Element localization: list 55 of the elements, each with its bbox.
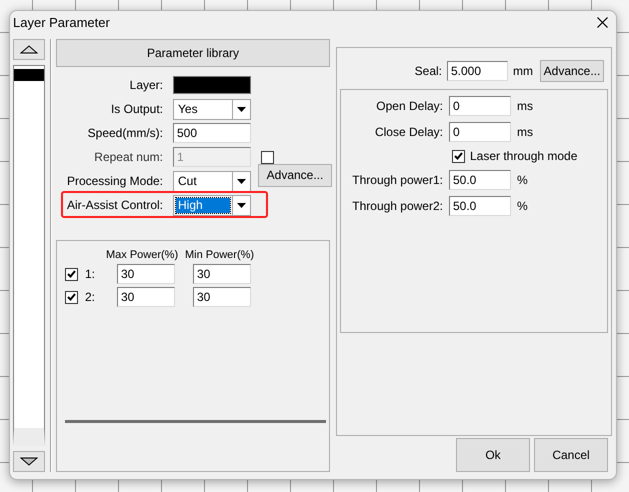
checkbox[interactable] bbox=[65, 290, 78, 304]
column-header: Max Power(%) bbox=[106, 249, 180, 261]
checkbox[interactable] bbox=[65, 268, 78, 280]
up-arrow-icon bbox=[20, 45, 38, 54]
field-label: Is Output: bbox=[110, 102, 163, 116]
field-label: Close Delay: bbox=[374, 125, 443, 139]
dropdown[interactable]: High bbox=[173, 194, 251, 216]
row-label: 2: bbox=[84, 290, 96, 304]
checkbox-label: Laser through mode bbox=[470, 149, 578, 163]
unit-label: % bbox=[517, 173, 529, 187]
caret-icon bbox=[237, 106, 246, 112]
parameter-library-button[interactable]: Parameter library bbox=[56, 39, 330, 67]
field-label: Open Delay: bbox=[375, 99, 443, 113]
input-field[interactable]: 50.0 bbox=[449, 196, 511, 216]
column-header: Min Power(%) bbox=[185, 249, 256, 261]
close-icon[interactable] bbox=[597, 17, 608, 28]
unit-label: ms bbox=[517, 99, 534, 113]
scroll-up-button[interactable] bbox=[13, 39, 45, 60]
field-label: Processing Mode: bbox=[66, 174, 163, 188]
unit-label: % bbox=[517, 199, 529, 213]
input-field[interactable]: 5.000 bbox=[447, 61, 508, 81]
input-field[interactable]: 500 bbox=[173, 123, 251, 143]
caret-icon bbox=[237, 178, 246, 184]
input-field[interactable]: 30 bbox=[193, 264, 251, 284]
row-label: 1: bbox=[84, 267, 96, 281]
check-icon bbox=[67, 270, 76, 278]
unit-label: mm bbox=[513, 64, 534, 78]
field-label: Repeat num: bbox=[93, 150, 163, 164]
dropdown[interactable]: Cut bbox=[173, 170, 251, 192]
advance-button[interactable]: Advance... bbox=[540, 60, 604, 82]
color-swatch[interactable] bbox=[173, 76, 251, 94]
input-field[interactable]: 0 bbox=[449, 96, 511, 116]
field-label: Layer: bbox=[128, 78, 163, 92]
checkbox[interactable] bbox=[452, 150, 465, 162]
check-icon bbox=[67, 293, 76, 301]
field-label: Air-Assist Control: bbox=[66, 198, 163, 212]
advance-button[interactable]: Advance... bbox=[258, 164, 332, 186]
caret-icon bbox=[237, 202, 246, 208]
down-arrow-icon bbox=[20, 457, 38, 466]
dialog-button[interactable]: Cancel bbox=[534, 438, 608, 472]
input-field[interactable]: 0 bbox=[449, 122, 511, 142]
field-label: Seal: bbox=[414, 64, 442, 78]
input-field[interactable]: 30 bbox=[117, 264, 175, 284]
input-field[interactable]: 50.0 bbox=[449, 170, 511, 190]
field-label: Through power1: bbox=[351, 173, 443, 187]
check-icon bbox=[454, 152, 463, 160]
window-title: Layer Parameter bbox=[13, 15, 110, 30]
input-field[interactable]: 30 bbox=[193, 287, 251, 307]
scroll-down-button[interactable] bbox=[13, 451, 45, 472]
field-label: Through power2: bbox=[351, 199, 443, 213]
dialog-button[interactable]: Ok bbox=[456, 438, 530, 472]
input-field[interactable]: 30 bbox=[117, 287, 175, 307]
field-label: Speed(mm/s): bbox=[86, 126, 163, 140]
dropdown[interactable]: Yes bbox=[173, 98, 251, 120]
unit-label: ms bbox=[517, 125, 534, 139]
